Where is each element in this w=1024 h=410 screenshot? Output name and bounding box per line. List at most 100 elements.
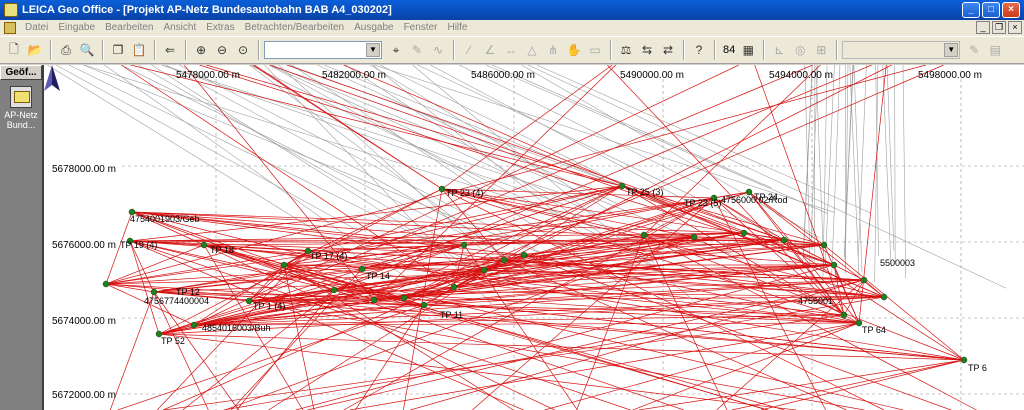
survey-point-marker[interactable] xyxy=(960,356,968,364)
mdi-minimize-button[interactable]: _ xyxy=(976,21,990,34)
survey-point-marker[interactable] xyxy=(520,251,528,259)
local-coords-icon[interactable]: ▦ xyxy=(738,40,758,60)
survey-point-marker[interactable] xyxy=(460,241,468,249)
mdi-close-button[interactable]: × xyxy=(1008,21,1022,34)
new-file-icon[interactable]: 🗋 xyxy=(4,40,24,60)
triangle-tool-icon[interactable]: △ xyxy=(522,40,542,60)
survey-point-marker[interactable] xyxy=(102,280,110,288)
filter-combo[interactable]: ▼ xyxy=(842,41,961,59)
print-icon[interactable]: ⎙ xyxy=(56,40,76,60)
survey-point-marker[interactable] xyxy=(480,266,488,274)
zoom-in-icon[interactable]: ⊕ xyxy=(191,40,211,60)
distance-tool-icon[interactable]: ↔ xyxy=(501,40,521,60)
survey-point-marker[interactable] xyxy=(780,236,788,244)
survey-point-marker[interactable] xyxy=(245,297,253,305)
copy-icon[interactable]: ❐ xyxy=(108,40,128,60)
network-plot[interactable] xyxy=(44,65,1024,410)
compute-icon[interactable]: ⇆ xyxy=(637,40,657,60)
menu-ausgabe[interactable]: Ausgabe xyxy=(349,20,398,36)
survey-point-marker[interactable] xyxy=(190,321,198,329)
view-combo[interactable]: ▼ xyxy=(264,41,382,59)
point-label[interactable]: TP 17 (4) xyxy=(310,251,347,261)
point-label[interactable]: 5500003 xyxy=(880,258,915,268)
survey-point-marker[interactable] xyxy=(690,233,698,241)
point-label[interactable]: TP 64 xyxy=(862,325,886,335)
split-tool-icon[interactable]: ⋔ xyxy=(543,40,563,60)
menu-hilfe[interactable]: Hilfe xyxy=(442,20,472,36)
survey-point-marker[interactable] xyxy=(860,276,868,284)
minimize-button[interactable]: _ xyxy=(962,2,980,18)
menu-bearbeiten[interactable]: Bearbeiten xyxy=(100,20,158,36)
point-label[interactable]: TP 52 xyxy=(161,336,185,346)
properties-icon[interactable]: ▤ xyxy=(985,40,1005,60)
panel-tab-open-projects[interactable]: Geöf... xyxy=(0,65,42,80)
pen-tool-icon[interactable]: ✎ xyxy=(407,40,427,60)
document-icon[interactable] xyxy=(4,22,16,34)
chevron-down-icon[interactable]: ▼ xyxy=(944,43,959,57)
menu-betrachten-bearbeiten[interactable]: Betrachten/Bearbeiten xyxy=(240,20,350,36)
point-label[interactable]: 4754001903/Geb xyxy=(130,214,200,224)
chevron-down-icon[interactable]: ▼ xyxy=(366,43,380,57)
export-icon[interactable]: ⇄ xyxy=(658,40,678,60)
survey-point-marker[interactable] xyxy=(640,231,648,239)
point-label[interactable]: TP 6 xyxy=(968,363,987,373)
point-label[interactable]: TP 1 (4) xyxy=(253,301,285,311)
survey-point-marker[interactable] xyxy=(280,261,288,269)
axis-icon[interactable]: ⊾ xyxy=(769,40,789,60)
survey-point-marker[interactable] xyxy=(400,294,408,302)
menu-eingabe[interactable]: Eingabe xyxy=(53,20,100,36)
menu-fenster[interactable]: Fenster xyxy=(399,20,443,36)
point-label[interactable]: 4756000.02/Rod xyxy=(721,195,788,205)
import-icon[interactable]: ⇐ xyxy=(160,40,180,60)
survey-point-marker[interactable] xyxy=(330,286,338,294)
curve-tool-icon[interactable]: ∿ xyxy=(428,40,448,60)
survey-point-marker[interactable] xyxy=(880,293,888,301)
point-label[interactable]: 4854016003/Buh xyxy=(202,323,271,333)
maximize-button[interactable]: □ xyxy=(982,2,1000,18)
project-item[interactable]: AP-Netz Bund... xyxy=(0,86,42,130)
edit-icon[interactable]: ✎ xyxy=(964,40,984,60)
print-preview-icon[interactable]: 🔍 xyxy=(77,40,97,60)
survey-point-marker[interactable] xyxy=(820,241,828,249)
survey-point-marker[interactable] xyxy=(370,296,378,304)
point-label[interactable]: TP 11 xyxy=(440,310,463,320)
point-label[interactable]: 4756774400004 xyxy=(144,296,209,306)
menu-extras[interactable]: Extras xyxy=(201,20,239,36)
survey-point-marker[interactable] xyxy=(840,311,848,319)
point-label[interactable]: TP 23 (4) xyxy=(446,188,483,198)
survey-point-marker[interactable] xyxy=(420,301,428,309)
point-label[interactable]: TP 14 xyxy=(366,271,390,281)
target-icon[interactable]: ⌖ xyxy=(386,40,406,60)
menu-ansicht[interactable]: Ansicht xyxy=(158,20,201,36)
survey-point-marker[interactable] xyxy=(618,182,626,190)
angle-tool-icon[interactable]: ∠ xyxy=(480,40,500,60)
zoom-out-icon[interactable]: ⊖ xyxy=(212,40,232,60)
zoom-fit-icon[interactable]: ⊙ xyxy=(233,40,253,60)
survey-point-marker[interactable] xyxy=(450,283,458,291)
hand-tool-icon[interactable]: ✋ xyxy=(564,40,584,60)
point-label[interactable]: TP 25 (3) xyxy=(626,187,663,197)
close-button[interactable]: × xyxy=(1002,2,1020,18)
survey-point-marker[interactable] xyxy=(500,256,508,264)
point-label[interactable]: 4755001 xyxy=(798,296,833,306)
globe-icon[interactable]: ◎ xyxy=(790,40,810,60)
paste-icon[interactable]: 📋 xyxy=(129,40,149,60)
map-view[interactable]: 5478000.00 m 5482000.00 m 5486000.00 m 5… xyxy=(42,65,1024,410)
survey-point-marker[interactable] xyxy=(200,241,208,249)
survey-point-marker[interactable] xyxy=(740,229,748,237)
line-tool-icon[interactable]: ⁄ xyxy=(459,40,479,60)
mdi-restore-button[interactable]: ❐ xyxy=(992,21,1006,34)
point-label[interactable]: TP 18 xyxy=(210,245,234,255)
survey-point-marker[interactable] xyxy=(358,265,366,273)
balance-icon[interactable]: ⚖ xyxy=(616,40,636,60)
survey-point-marker[interactable] xyxy=(438,185,446,193)
open-folder-icon[interactable]: 📂 xyxy=(25,40,45,60)
grid-icon[interactable]: ⊞ xyxy=(811,40,831,60)
menu-datei[interactable]: Datei xyxy=(20,20,53,36)
point-label[interactable]: TP 23 (5) xyxy=(684,198,721,208)
context-help-icon[interactable]: ? xyxy=(689,40,709,60)
survey-point-marker[interactable] xyxy=(830,261,838,269)
grid-tool-icon[interactable]: ▭ xyxy=(585,40,605,60)
survey-point-marker[interactable] xyxy=(150,288,158,296)
point-label[interactable]: TP 19 (4) xyxy=(120,240,157,250)
